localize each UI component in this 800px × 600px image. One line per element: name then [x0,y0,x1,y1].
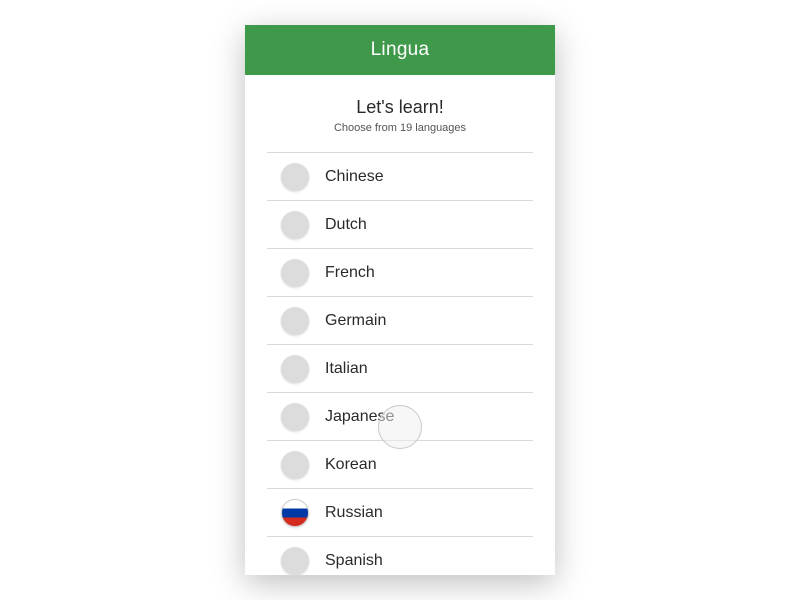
app-header: Lingua [245,25,555,75]
language-label: Italian [325,360,368,378]
flag-icon [281,211,309,239]
list-item[interactable]: French [267,248,533,296]
language-label: Japanese [325,408,394,426]
list-item[interactable]: Korean [267,440,533,488]
list-item[interactable]: Dutch [267,200,533,248]
language-label: Dutch [325,216,367,234]
list-item[interactable]: Spanish [267,536,533,575]
flag-icon [281,403,309,431]
language-label: Spanish [325,552,383,570]
language-label: French [325,264,375,282]
app-title: Lingua [371,39,430,60]
flag-icon [281,259,309,287]
list-item[interactable]: Italian [267,344,533,392]
flag-icon-russia [281,499,309,527]
intro-subtitle: Choose from 19 languages [245,122,555,134]
flag-icon [281,163,309,191]
language-label: Chinese [325,168,384,186]
list-item[interactable]: Germain [267,296,533,344]
language-list[interactable]: Chinese Dutch French Germain Italian Jap… [245,152,555,575]
language-label: Korean [325,456,377,474]
list-item[interactable]: Chinese [267,152,533,200]
flag-icon [281,355,309,383]
intro-section: Let's learn! Choose from 19 languages [245,75,555,152]
list-item[interactable]: Japanese [267,392,533,440]
intro-title: Let's learn! [245,97,555,118]
flag-icon [281,307,309,335]
app-screen: Lingua Let's learn! Choose from 19 langu… [245,25,555,575]
language-label: Russian [325,504,383,522]
list-item[interactable]: Russian [267,488,533,536]
flag-icon [281,547,309,575]
flag-icon [281,451,309,479]
language-label: Germain [325,312,386,330]
